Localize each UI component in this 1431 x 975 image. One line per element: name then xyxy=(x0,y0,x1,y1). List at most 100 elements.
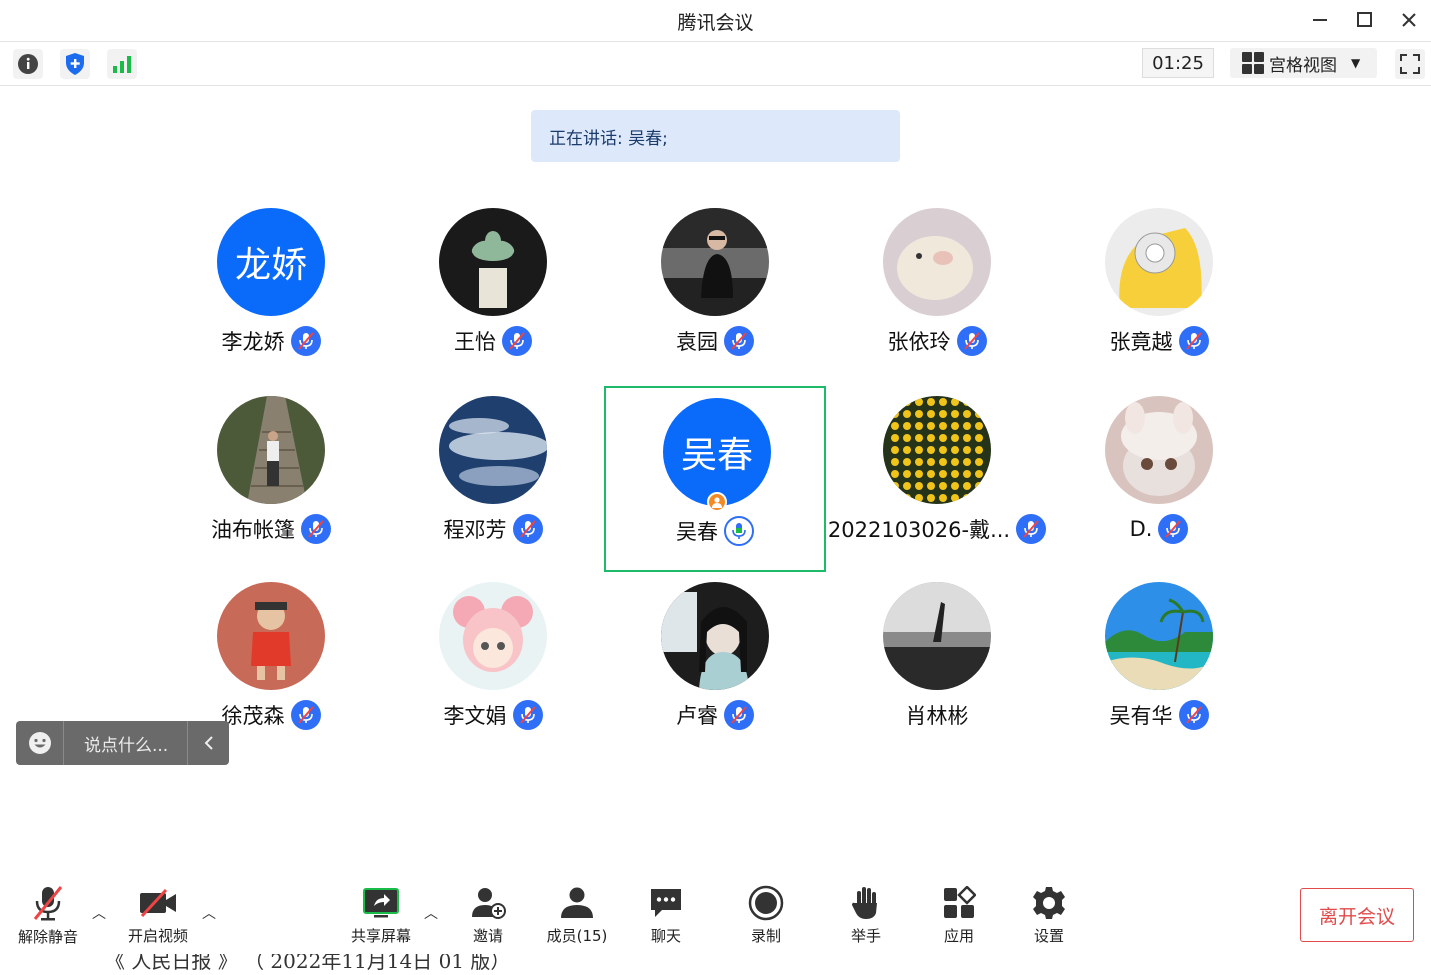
avatar xyxy=(1105,396,1213,504)
mic-muted-icon xyxy=(1178,326,1209,356)
participant-name: 袁园 xyxy=(676,330,718,354)
participant-tile[interactable]: D. xyxy=(1048,386,1270,572)
mic-muted-icon xyxy=(301,514,331,544)
info-icon xyxy=(18,54,38,74)
apps-icon xyxy=(939,884,979,921)
close-button[interactable] xyxy=(1394,6,1424,34)
unmute-label: 解除静音 xyxy=(17,928,78,946)
participant-name-row: 2022103026-戴... xyxy=(826,514,1048,544)
apps-label: 应用 xyxy=(943,927,974,945)
emoji-button[interactable] xyxy=(16,721,64,765)
view-mode-dropdown[interactable]: 宫格视图 ▼ xyxy=(1230,48,1377,78)
invite-label: 邀请 xyxy=(472,927,503,945)
settings-label: 设置 xyxy=(1033,927,1064,945)
fullscreen-icon xyxy=(1400,54,1420,74)
chat-input[interactable]: 说点什么... xyxy=(64,731,187,756)
avatar xyxy=(1105,208,1213,316)
participant-tile[interactable]: 张依玲 xyxy=(826,198,1048,384)
meeting-info-button[interactable] xyxy=(13,49,43,79)
participant-tile[interactable]: 李文娟 xyxy=(382,572,604,758)
participant-tile[interactable]: 2022103026-戴... xyxy=(826,386,1048,572)
participant-name-row: 油布帐篷 xyxy=(160,514,382,544)
participant-name-row: 张依玲 xyxy=(826,326,1048,356)
host-badge-icon xyxy=(707,492,727,512)
members-label: 成员(15) xyxy=(546,927,608,945)
caret-down-icon: ▼ xyxy=(1351,56,1361,70)
maximize-button[interactable] xyxy=(1350,6,1380,34)
participant-name: 2022103026-戴... xyxy=(827,518,1011,542)
avatar: 吴春 xyxy=(663,398,771,506)
mic-active-icon xyxy=(724,516,754,546)
participant-name: 吴春 xyxy=(676,520,718,544)
avatar xyxy=(439,208,547,316)
unmute-button[interactable]: 解除静音 xyxy=(8,884,88,946)
collapse-chat-button[interactable] xyxy=(187,721,229,765)
start-video-button[interactable]: 开启视频 xyxy=(118,884,198,946)
mic-muted-icon xyxy=(502,326,532,356)
share-screen-button[interactable]: 共享屏幕 xyxy=(341,884,421,946)
mic-muted-icon xyxy=(290,700,321,730)
audio-options-caret[interactable]: ︿ xyxy=(90,904,108,922)
members-icon xyxy=(557,884,597,921)
settings-button[interactable]: 设置 xyxy=(1009,884,1089,946)
participant-name-row: 吴有华 xyxy=(1048,700,1270,730)
participant-tile[interactable]: 吴春 吴春 xyxy=(604,386,826,572)
participant-name: 卢睿 xyxy=(676,704,718,728)
participant-tile[interactable]: 油布帐篷 xyxy=(160,386,382,572)
members-button[interactable]: 成员(15) xyxy=(537,884,617,946)
bottom-control-bar: 解除静音 ︿ 开启视频 ︿ 共享屏幕 ︿ 邀请 成员(15) 聊天 录制 举手 … xyxy=(0,876,1431,954)
apps-button[interactable]: 应用 xyxy=(919,884,999,946)
mic-muted-icon xyxy=(512,700,543,730)
mic-muted-icon xyxy=(512,514,543,544)
mic-muted-icon xyxy=(1016,514,1047,544)
gear-icon xyxy=(1029,884,1069,921)
raise-hand-label: 举手 xyxy=(850,927,881,945)
participant-name-row: 李龙娇 xyxy=(160,326,382,356)
participant-name: 肖林彬 xyxy=(905,704,969,728)
share-options-caret[interactable]: ︿ xyxy=(422,904,440,922)
video-off-icon xyxy=(138,884,178,921)
participant-tile[interactable]: 吴有华 xyxy=(1048,572,1270,758)
fullscreen-button[interactable] xyxy=(1395,49,1425,79)
network-status-button[interactable] xyxy=(107,49,137,79)
avatar xyxy=(1105,582,1213,690)
participant-name-row: 张竟越 xyxy=(1048,326,1270,356)
chat-button[interactable]: 聊天 xyxy=(626,884,706,946)
participant-name: 李文娟 xyxy=(443,704,507,728)
chevron-left-icon xyxy=(204,736,213,750)
avatar-initials: 吴春 xyxy=(680,435,753,476)
share-screen-label: 共享屏幕 xyxy=(350,927,411,945)
mic-muted-icon xyxy=(1158,514,1189,544)
title-bar: 腾讯会议 xyxy=(0,0,1431,42)
record-button[interactable]: 录制 xyxy=(726,884,806,946)
minimize-button[interactable] xyxy=(1305,6,1335,34)
quick-chat-box[interactable]: 说点什么... xyxy=(16,721,229,765)
participant-tile[interactable]: 程邓芳 xyxy=(382,386,604,572)
mic-muted-icon xyxy=(1178,700,1209,730)
participant-tile[interactable]: 张竟越 xyxy=(1048,198,1270,384)
raise-hand-button[interactable]: 举手 xyxy=(826,884,906,946)
security-button[interactable] xyxy=(60,49,90,79)
video-options-caret[interactable]: ︿ xyxy=(200,904,218,922)
participant-tile[interactable]: 王怡 xyxy=(382,198,604,384)
leave-meeting-button[interactable]: 离开会议 xyxy=(1300,888,1414,942)
participant-name-row: 卢睿 xyxy=(604,700,826,730)
invite-button[interactable]: 邀请 xyxy=(448,884,528,946)
participant-tile[interactable]: 肖林彬 xyxy=(826,572,1048,758)
avatar xyxy=(661,582,769,690)
minimize-icon xyxy=(1313,19,1327,21)
participant-name: 油布帐篷 xyxy=(211,518,295,542)
participant-tile[interactable]: 龙娇 李龙娇 xyxy=(160,198,382,384)
avatar: 龙娇 xyxy=(217,208,325,316)
participant-name-row: D. xyxy=(1048,514,1270,544)
participant-tile[interactable]: 卢睿 xyxy=(604,572,826,758)
start-video-label: 开启视频 xyxy=(127,927,188,945)
avatar-initials: 龙娇 xyxy=(234,245,307,286)
avatar xyxy=(883,208,991,316)
participant-name: 程邓芳 xyxy=(443,518,507,542)
participant-tile[interactable]: 袁园 xyxy=(604,198,826,384)
avatar xyxy=(439,396,547,504)
participant-name: 王怡 xyxy=(454,330,496,354)
record-label: 录制 xyxy=(750,927,781,945)
signal-bars-icon xyxy=(113,56,131,73)
